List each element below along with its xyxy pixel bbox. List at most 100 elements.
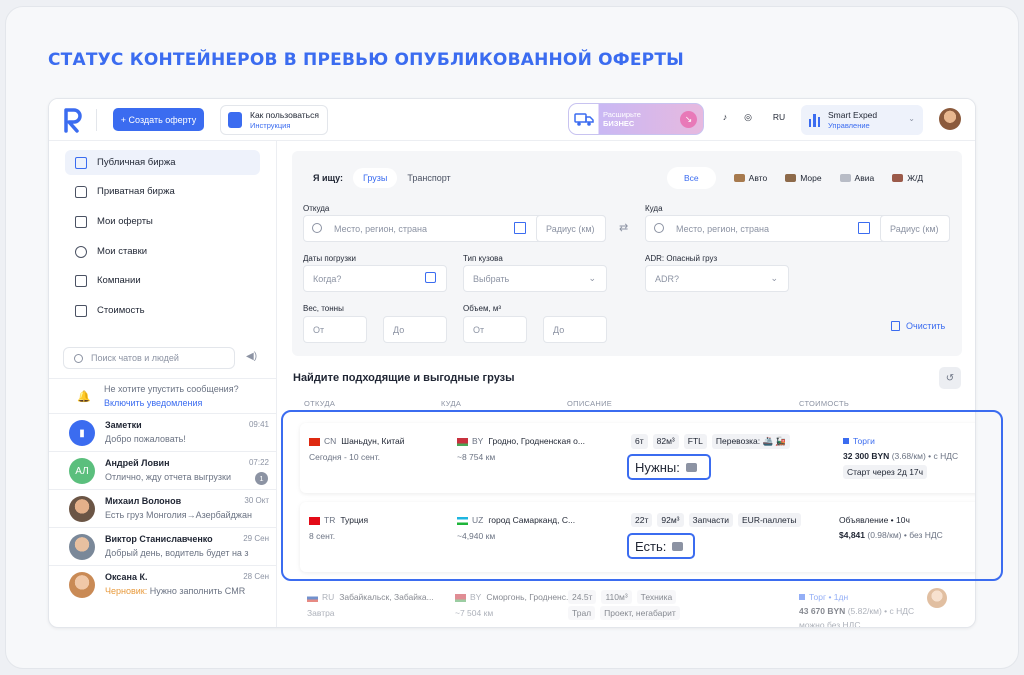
document-icon [228,112,242,128]
nav-label: Публичная биржа [97,157,176,168]
box-icon [75,156,87,169]
to-radius-input[interactable]: Радиус (км) [880,215,950,242]
clear-icon [891,321,900,331]
instagram-icon[interactable]: ◎ [740,112,756,123]
radius-placeholder: Радиус (км) [546,223,595,234]
user-avatar[interactable] [939,108,961,130]
nav-label: Мои оферты [97,216,153,227]
weight-label: Вес, тонны [303,304,344,313]
adr-select[interactable]: ADR? ⌄ [645,265,789,292]
chat-item[interactable]: Михаил Волонов 30 Окт Есть груз Монголия… [49,490,277,528]
chat-name: Андрей Ловин [105,458,170,468]
mode-air[interactable]: Авиа [839,173,874,183]
to-text: Сморгонь, Гродненс... [486,592,574,602]
map-icon[interactable] [858,222,870,234]
chip: 24.5т [568,590,597,604]
sound-icon[interactable]: ◀) [246,351,257,362]
banner-line2: БИЗНЕС [603,119,635,128]
chat-message-text: Нужно заполнить CMR [149,586,246,596]
offer-card[interactable]: RU Забайкальск, Забайка... Завтра BY Сморг… [300,583,975,627]
body-type-label: Тип кузова [463,254,503,263]
nav-companies[interactable]: Компании [65,268,260,293]
nav-label: Стоимость [97,305,145,316]
chat-name: Михаил Волонов [105,496,182,506]
auction-icon [799,594,805,600]
volume-label: Объем, м³ [463,304,502,313]
enable-notifications-link[interactable]: Включить уведомления [104,398,202,408]
history-icon[interactable]: ↺ [939,367,961,389]
language-switch[interactable]: RU [769,112,789,122]
avatar [69,534,95,560]
chat-item[interactable]: Оксана К. 28 Сен Черновик: Нужно заполни… [49,566,277,604]
logo-icon[interactable] [63,107,83,133]
from-radius-input[interactable]: Радиус (км) [536,215,606,242]
sidebar: Публичная биржа Приватная биржа Мои офер… [49,141,277,627]
chat-name: Заметки [105,420,142,430]
tiktok-icon[interactable]: ♪ [717,112,733,122]
divider [96,109,97,131]
howto-button[interactable]: Как пользоваться Инструкция [220,105,328,135]
flag-ru-icon [307,593,318,602]
chip: Проект, негабарит [600,606,680,620]
weight-from-input[interactable]: От [303,316,367,343]
weight-to-input[interactable]: До [383,316,447,343]
nav-private-exchange[interactable]: Приватная биржа [65,179,260,204]
radius-placeholder: Радиус (км) [890,223,939,234]
calendar-icon[interactable] [425,272,436,283]
mode-all[interactable]: Все [667,166,716,189]
arrow-icon: ↘ [680,111,697,128]
avatar [69,496,95,522]
slide-headline: СТАТУС КОНТЕЙНЕРОВ В ПРЕВЬЮ ОПУБЛИКОВАНН… [48,50,684,70]
to-label: Куда [645,204,663,213]
upgrade-business-banner[interactable]: Расширьте БИЗНЕС ↘ [568,103,704,135]
price-type-text: Торг • 1дн [809,592,849,602]
calculator-icon [75,304,87,317]
building-icon [75,274,87,287]
col-header-from: ОТКУДА [304,399,336,408]
mode-rail[interactable]: Ж/Д [892,173,923,183]
volume-from-input[interactable]: От [463,316,527,343]
chat-search-input[interactable]: Поиск чатов и людей [63,347,235,369]
nav-my-bids[interactable]: Мои ставки [65,239,260,264]
mode-auto[interactable]: Авто [733,173,767,183]
adr-placeholder: ADR? [655,273,680,284]
flag-by-icon [455,593,466,602]
body-type-select[interactable]: Выбрать ⌄ [463,265,607,292]
search-filters: Я ищу: Грузы Транспорт Все Авто Море Ави… [292,151,962,356]
tab-cargo[interactable]: Грузы [352,167,398,188]
transport-mode-filter: Все Авто Море Авиа Ж/Д [667,165,923,190]
mode-sea[interactable]: Море [785,173,822,183]
create-offer-button[interactable]: + Создать оферту [113,108,204,131]
clear-filters-button[interactable]: Очистить [891,321,945,331]
chip: Техника [636,590,677,604]
swap-icon[interactable]: ⇄ [619,221,628,234]
chat-item[interactable]: АЛ Андрей Ловин 07:22 Отлично, жду отчет… [49,452,277,490]
from-label: Откуда [303,204,330,213]
gavel-icon [75,245,87,258]
chat-time: 28 Сен [243,572,269,581]
company-subtitle: Управление [828,120,870,130]
chat-item[interactable]: Виктор Станиславченко 29 Сен Добрый день… [49,528,277,566]
chat-name: Виктор Станиславченко [105,534,213,544]
chat-time: 30 Окт [244,496,269,505]
nav-cost[interactable]: Стоимость [65,298,260,323]
chat-time: 29 Сен [243,534,269,543]
company-switcher[interactable]: Smart Exped Управление ⌄ [801,105,923,135]
map-icon[interactable] [514,222,526,234]
price-value: 43 670 BYN [799,606,846,616]
chat-item[interactable]: ▮ Заметки 09:41 Добро пожаловать! [49,414,277,452]
bell-icon: 🔔 [77,391,91,403]
notification-prompt: 🔔 Не хотите упустить сообщения? Включить… [49,378,277,414]
nav-public-exchange[interactable]: Публичная биржа [65,150,260,175]
nav-my-offers[interactable]: Мои оферты [65,209,260,234]
truck-icon [733,173,745,182]
tab-transport[interactable]: Транспорт [397,168,460,188]
chip: Трал [568,606,596,620]
notify-text: Не хотите упустить сообщения? [104,384,239,394]
chat-message: Добро пожаловать! [105,434,186,444]
from-ph: От [473,324,485,335]
volume-to-input[interactable]: До [543,316,607,343]
cargo-chips: Трал Проект, негабарит [568,606,680,620]
chevron-down-icon: ⌄ [770,273,778,283]
plane-icon [839,173,851,182]
